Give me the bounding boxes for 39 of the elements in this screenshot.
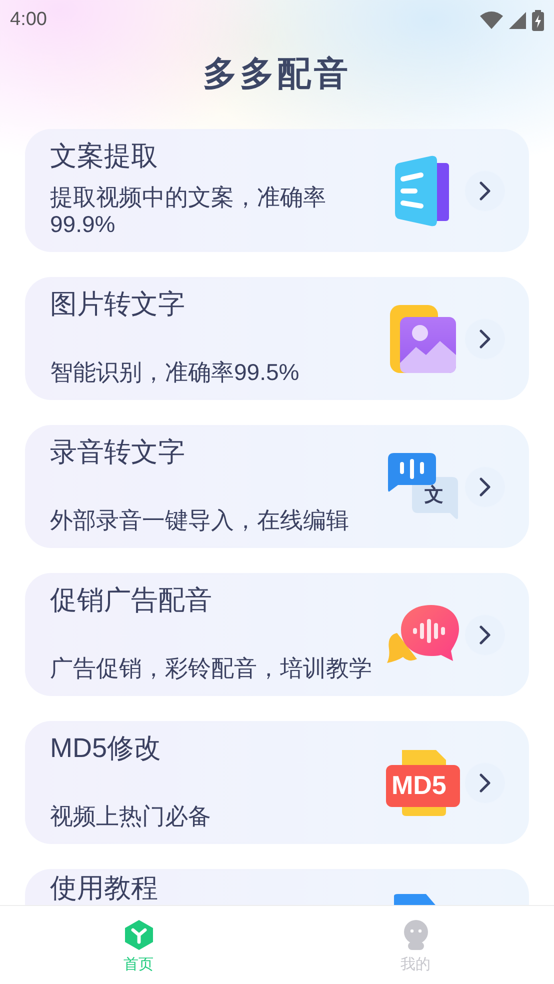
chevron-icon [478,328,492,350]
chevron-button[interactable] [465,762,505,802]
image-icon [390,304,456,372]
feature-card[interactable]: 文案提取 提取视频中的文案，准确率99.9% [25,129,529,252]
card-title: 促销广告配音 [50,585,213,615]
card-subtitle: 智能识别，准确率99.5% [50,359,300,386]
chevron-icon [478,476,492,498]
chevron-icon [478,624,492,646]
feature-card[interactable]: 录音转文字 外部录音一键导入，在线编辑 文 [25,425,529,548]
feature-card[interactable]: MD5修改 视频上热门必备 MD5 [25,721,529,844]
signal-icon [509,12,526,28]
chevron-icon [478,180,492,202]
profile-icon [402,920,428,950]
card-title: 文案提取 [50,141,159,171]
home-icon [124,920,152,950]
feature-card[interactable]: 促销广告配音 广告促销，彩铃配音，培训教学 [25,573,529,696]
card-subtitle: 提取视频中的文案，准确率99.9% [50,184,327,238]
feature-card[interactable]: 使用教程 [25,869,529,906]
icon-text: MD5 [392,768,446,802]
icon-text: 文 [424,484,444,506]
chevron-button[interactable] [465,318,505,358]
chevron-icon [478,772,492,794]
card-subtitle: 外部录音一键导入，在线编辑 [50,507,350,534]
chevron-button[interactable] [465,614,505,654]
card-title: 图片转文字 [50,289,186,319]
chevron-button[interactable] [465,170,505,210]
card-title: 录音转文字 [50,437,186,467]
card-subtitle: 广告促销，彩铃配音，培训教学 [50,655,373,682]
chevron-button[interactable] [465,466,505,506]
battery-icon [532,10,544,30]
wifi-icon [480,11,503,29]
app-title: 多多配音 [203,54,351,95]
feature-card[interactable]: 图片转文字 智能识别，准确率99.5% [25,277,529,400]
voice-bubble-icon [386,604,458,664]
card-title: MD5修改 [50,733,162,763]
card-subtitle: 视频上热门必备 [50,803,212,830]
document-icon [394,154,450,226]
clock: 4:00 [10,9,47,31]
card-title: 使用教程 [50,873,159,904]
